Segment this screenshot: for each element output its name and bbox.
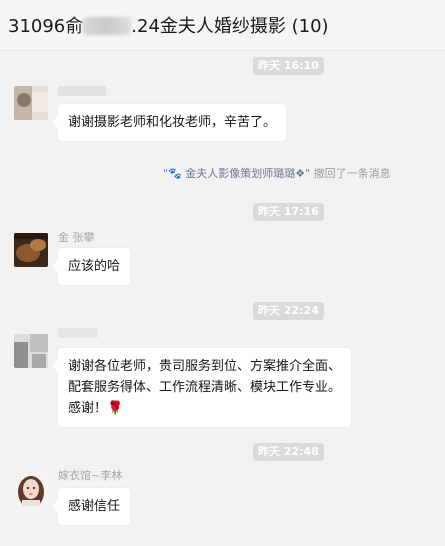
chat-title-suffix: .24金夫人婚纱摄影 (10) xyxy=(131,16,329,37)
timestamp-badge: 昨天 17:16 xyxy=(253,203,324,221)
message-bubble[interactable]: 感谢信任 xyxy=(51,488,131,525)
recall-notice: "🐾 金夫人影像策划师璐璐❖" 撤回了一条消息 xyxy=(163,165,391,181)
avatar[interactable] xyxy=(14,86,48,120)
recall-action-text: 撤回了一条消息 xyxy=(313,167,391,180)
timestamp-badge: 昨天 22:48 xyxy=(253,443,324,461)
sender-name: 嫁衣馆~李林 xyxy=(58,469,123,482)
recall-sender-name[interactable]: "🐾 金夫人影像策划师璐璐❖" xyxy=(163,167,310,180)
sender-name: 金 张攀 xyxy=(58,231,95,244)
avatar[interactable] xyxy=(14,233,48,267)
timestamp-badge: 昨天 16:10 xyxy=(253,57,324,75)
redacted-text xyxy=(83,17,132,35)
message-bubble[interactable]: 应该的哈 xyxy=(51,248,131,285)
chat-header: 31096俞 .24金夫人婚纱摄影 (10) xyxy=(0,0,445,51)
message-line: 感谢！🌹 xyxy=(68,401,124,416)
message-bubble[interactable]: 谢谢各位老师，贵司服务到位、方案推介全面、 配套服务得体、工作流程清晰、模块工作… xyxy=(51,348,352,427)
chat-title[interactable]: 31096俞 .24金夫人婚纱摄影 (10) xyxy=(8,12,329,38)
sender-name-redacted xyxy=(58,328,98,338)
message-bubble[interactable]: 谢谢摄影老师和化妆老师，辛苦了。 xyxy=(51,104,287,141)
avatar[interactable] xyxy=(14,334,48,368)
message-line: 谢谢各位老师，贵司服务到位、方案推介全面、 xyxy=(68,359,342,374)
timestamp-badge: 昨天 22:24 xyxy=(253,302,324,320)
avatar[interactable] xyxy=(14,472,48,506)
message-line: 配套服务得体、工作流程清晰、模块工作专业。 xyxy=(68,380,342,395)
sender-name-redacted xyxy=(58,86,106,96)
chat-title-prefix: 31096俞 xyxy=(8,16,84,37)
